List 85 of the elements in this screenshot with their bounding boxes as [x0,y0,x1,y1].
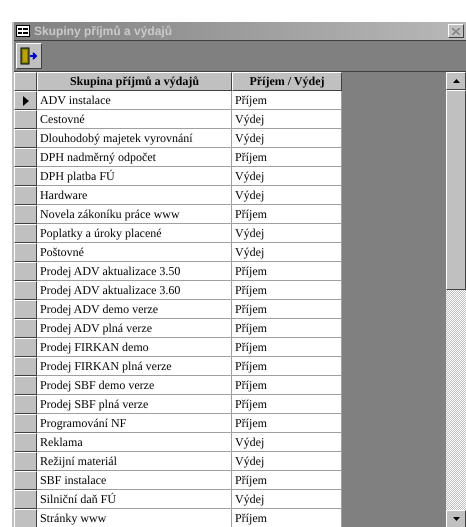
table-cell: Programování NF [37,414,232,433]
row-selector[interactable] [14,433,37,452]
window-title: Skupiny příjmů a výdajů [34,24,174,38]
row-selector[interactable] [14,262,37,281]
row-selector[interactable] [14,357,37,376]
table-cell: Cestovné [37,110,232,129]
table-cell: Prodej SBF plná verze [37,395,232,414]
table-cell: Příjem [232,148,342,167]
row-selector[interactable] [14,338,37,357]
table-cell: Poštovné [37,243,232,262]
row-selector[interactable] [14,91,37,110]
table-cell: Příjem [232,357,342,376]
row-selector[interactable] [14,167,37,186]
row-selector[interactable] [14,243,37,262]
close-button[interactable] [448,24,464,38]
table-cell: Výdej [232,129,342,148]
table-cell: Příjem [232,205,342,224]
door-arrow-icon [20,47,38,65]
table-cell: Výdej [232,110,342,129]
table-cell: Prodej ADV plná verze [37,319,232,338]
table-cell: Výdej [232,243,342,262]
row-selector[interactable] [14,129,37,148]
table-cell: Příjem [232,509,342,527]
table-cell: SBF instalace [37,471,232,490]
close-icon [452,28,460,34]
table-cell: Příjem [232,319,342,338]
table-cell: Výdej [232,433,342,452]
table-cell: Reklama [37,433,232,452]
table-cell: Prodej FIRKAN demo [37,338,232,357]
table-cell: Výdej [232,224,342,243]
table-cell: Hardware [37,186,232,205]
row-selector[interactable] [14,452,37,471]
table-cell: Prodej ADV aktualizace 3.50 [37,262,232,281]
table-cell: ADV instalace [37,91,232,110]
table-cell: Příjem [232,395,342,414]
table-cell: DPH platba FÚ [37,167,232,186]
row-selector[interactable] [14,471,37,490]
table-cell: Výdej [232,186,342,205]
table-cell: Režijní materiál [37,452,232,471]
scroll-down-button[interactable] [446,510,466,527]
table-cell: Výdej [232,490,342,509]
table-cell: Výdej [232,452,342,471]
table-cell: Příjem [232,338,342,357]
table-cell: Příjem [232,262,342,281]
current-row-icon [22,96,28,106]
table-cell: Prodej ADV demo verze [37,300,232,319]
row-selector[interactable] [14,319,37,338]
table-cell: Prodej ADV aktualizace 3.60 [37,281,232,300]
table-cell: Příjem [232,376,342,395]
row-selector[interactable] [14,414,37,433]
scroll-up-button[interactable] [446,72,466,90]
table-cell: DPH nadměrný odpočet [37,148,232,167]
table-cell: Prodej SBF demo verze [37,376,232,395]
row-selector[interactable] [14,110,37,129]
table-cell: Příjem [232,414,342,433]
table-cell: Novela zákoníku práce www [37,205,232,224]
down-arrow-icon [452,517,460,521]
row-selector[interactable] [14,224,37,243]
table-cell: Výdej [232,167,342,186]
select-all-button[interactable] [14,72,37,91]
row-selector[interactable] [14,148,37,167]
table-cell: Příjem [232,471,342,490]
table-cell: Prodej FIRKAN plná verze [37,357,232,376]
row-selector[interactable] [14,376,37,395]
table-cell: Příjem [232,281,342,300]
row-selector[interactable] [14,509,37,527]
column-header[interactable]: Příjem / Výdej [232,72,342,91]
table-cell: Stránky www [37,509,232,527]
row-selector[interactable] [14,395,37,414]
row-selector[interactable] [14,281,37,300]
row-selector[interactable] [14,490,37,509]
table-cell: Silniční daň FÚ [37,490,232,509]
scroll-thumb[interactable] [446,90,466,290]
row-selector[interactable] [14,205,37,224]
table-cell: Příjem [232,91,342,110]
row-selector[interactable] [14,186,37,205]
scrollbar[interactable] [446,72,466,527]
table-cell: Příjem [232,300,342,319]
table-cell: Dlouhodobý majetek vyrovnání [37,129,232,148]
column-header[interactable]: Skupina příjmů a výdajů [37,72,232,91]
form-icon [16,25,30,37]
exit-button[interactable] [16,43,42,69]
row-selector[interactable] [14,300,37,319]
up-arrow-icon [452,79,460,83]
table-cell: Poplatky a úroky placené [37,224,232,243]
